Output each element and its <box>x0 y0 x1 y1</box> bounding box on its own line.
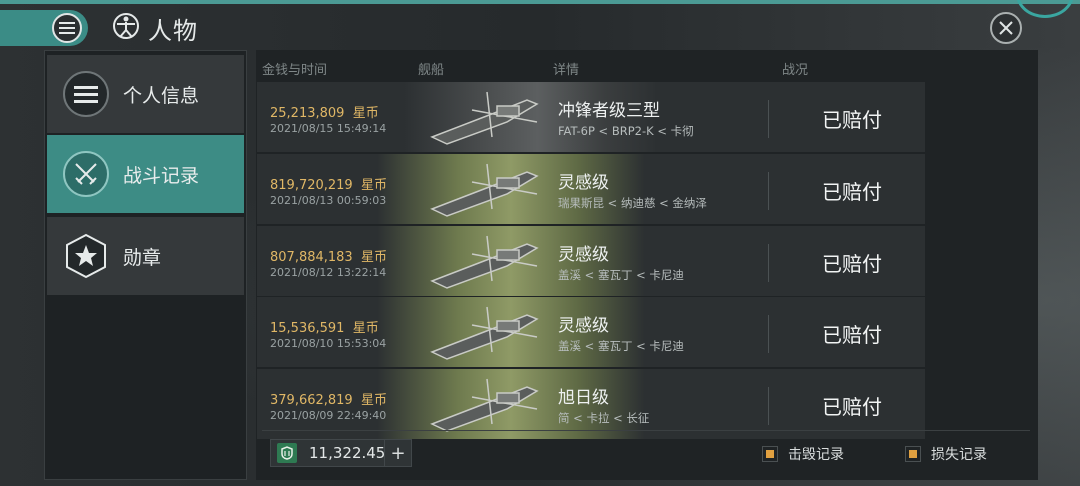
currency-balance: 11,322.45 + <box>270 439 412 467</box>
balance-amount: 11,322.45 <box>309 444 386 462</box>
sidebar-item-personal-info[interactable]: 个人信息 <box>47 55 244 133</box>
loss-record-label: 损失记录 <box>931 447 987 463</box>
crossed-swords-icon <box>63 151 109 197</box>
menu-button[interactable] <box>0 10 88 46</box>
status-text: 已赔付 <box>822 252 882 276</box>
ship-image <box>430 306 539 360</box>
system-route: 简 < 卡拉 < 长征 <box>558 411 650 425</box>
kill-record-label: 击毁记录 <box>788 447 844 463</box>
ship-image <box>430 91 539 145</box>
row-divider <box>768 100 769 138</box>
sidebar-item-label: 个人信息 <box>123 84 200 107</box>
sidebar-item-medals[interactable]: 勋章 <box>47 217 244 295</box>
column-header-status: 战况 <box>782 63 809 78</box>
loss-amount: 379,662,819 星币 <box>270 393 387 408</box>
ship-name: 旭日级 <box>558 388 609 408</box>
sidebar-item-battle-record[interactable]: 战斗记录 <box>47 135 244 213</box>
kill-record-toggle[interactable]: 击毁记录 <box>762 444 844 464</box>
column-header-money-time: 金钱与时间 <box>262 63 328 78</box>
menu-icon <box>52 13 82 43</box>
row-divider <box>768 387 769 425</box>
status-text: 已赔付 <box>822 108 882 132</box>
loss-amount: 25,213,809 星币 <box>270 106 379 121</box>
battle-time: 2021/08/12 13:22:14 <box>270 266 387 279</box>
ship-name: 灵感级 <box>558 173 609 193</box>
ship-image <box>430 378 539 432</box>
star-hex-icon <box>63 233 109 279</box>
footer-divider <box>262 430 1030 431</box>
close-button[interactable] <box>990 12 1022 44</box>
ship-name: 冲锋者级三型 <box>558 101 660 121</box>
close-icon <box>999 21 1013 35</box>
table-row[interactable]: 819,720,219 星币 2021/08/13 00:59:03 灵感级瑞果斯昆… <box>257 154 925 224</box>
sidebar-item-label: 战斗记录 <box>123 164 200 187</box>
status-text: 已赔付 <box>822 395 882 419</box>
ship-name: 灵感级 <box>558 245 609 265</box>
ship-image <box>430 235 539 289</box>
add-currency-button[interactable]: + <box>384 440 411 466</box>
table-row[interactable]: 379,662,819 星币 2021/08/09 22:49:40 旭日级简 < … <box>257 369 925 439</box>
table-row[interactable]: 25,213,809 星币 2021/08/15 15:49:14 冲锋者级三型 FA… <box>257 82 925 152</box>
battle-time: 2021/08/15 15:49:14 <box>270 122 387 135</box>
system-route: 盖溪 < 塞瓦丁 < 卡尼迪 <box>558 268 684 282</box>
loss-amount: 819,720,219 星币 <box>270 178 387 193</box>
battle-time: 2021/08/13 00:59:03 <box>270 194 387 207</box>
list-icon <box>63 71 109 117</box>
loss-amount: 15,536,591 星币 <box>270 321 379 336</box>
sidebar-item-label: 勋章 <box>123 246 162 269</box>
page-title: 人物 <box>148 16 198 45</box>
ship-image <box>430 163 539 217</box>
page-header: 人物 <box>112 10 198 46</box>
battle-time: 2021/08/10 15:53:04 <box>270 337 387 350</box>
table-row[interactable]: 15,536,591 星币 2021/08/10 15:53:04 灵感级盖溪 < … <box>257 297 925 367</box>
column-header-details: 详情 <box>553 63 580 78</box>
kill-record-marker <box>762 446 778 462</box>
battle-time: 2021/08/09 22:49:40 <box>270 409 387 422</box>
system-route: FAT-6P < BRP2-K < 卡彻 <box>558 124 694 138</box>
row-divider <box>768 172 769 210</box>
status-text: 已赔付 <box>822 180 882 204</box>
status-text: 已赔付 <box>822 323 882 347</box>
shield-currency-icon <box>277 443 297 463</box>
table-row[interactable]: 807,884,183 星币 2021/08/12 13:22:14 灵感级盖溪 <… <box>257 226 925 296</box>
sidebar: 个人信息 战斗记录 勋章 <box>44 50 247 480</box>
loss-record-marker <box>905 446 921 462</box>
loss-record-toggle[interactable]: 损失记录 <box>905 444 987 464</box>
system-route: 瑞果斯昆 < 纳迪慈 < 金纳泽 <box>558 196 707 210</box>
row-divider <box>768 315 769 353</box>
vitruvian-icon <box>112 12 140 44</box>
column-header-ship: 舰船 <box>418 63 445 78</box>
ship-name: 灵感级 <box>558 316 609 336</box>
system-route: 盖溪 < 塞瓦丁 < 卡尼迪 <box>558 339 684 353</box>
top-accent-bar <box>0 0 1080 4</box>
loss-amount: 807,884,183 星币 <box>270 250 387 265</box>
row-divider <box>768 244 769 282</box>
